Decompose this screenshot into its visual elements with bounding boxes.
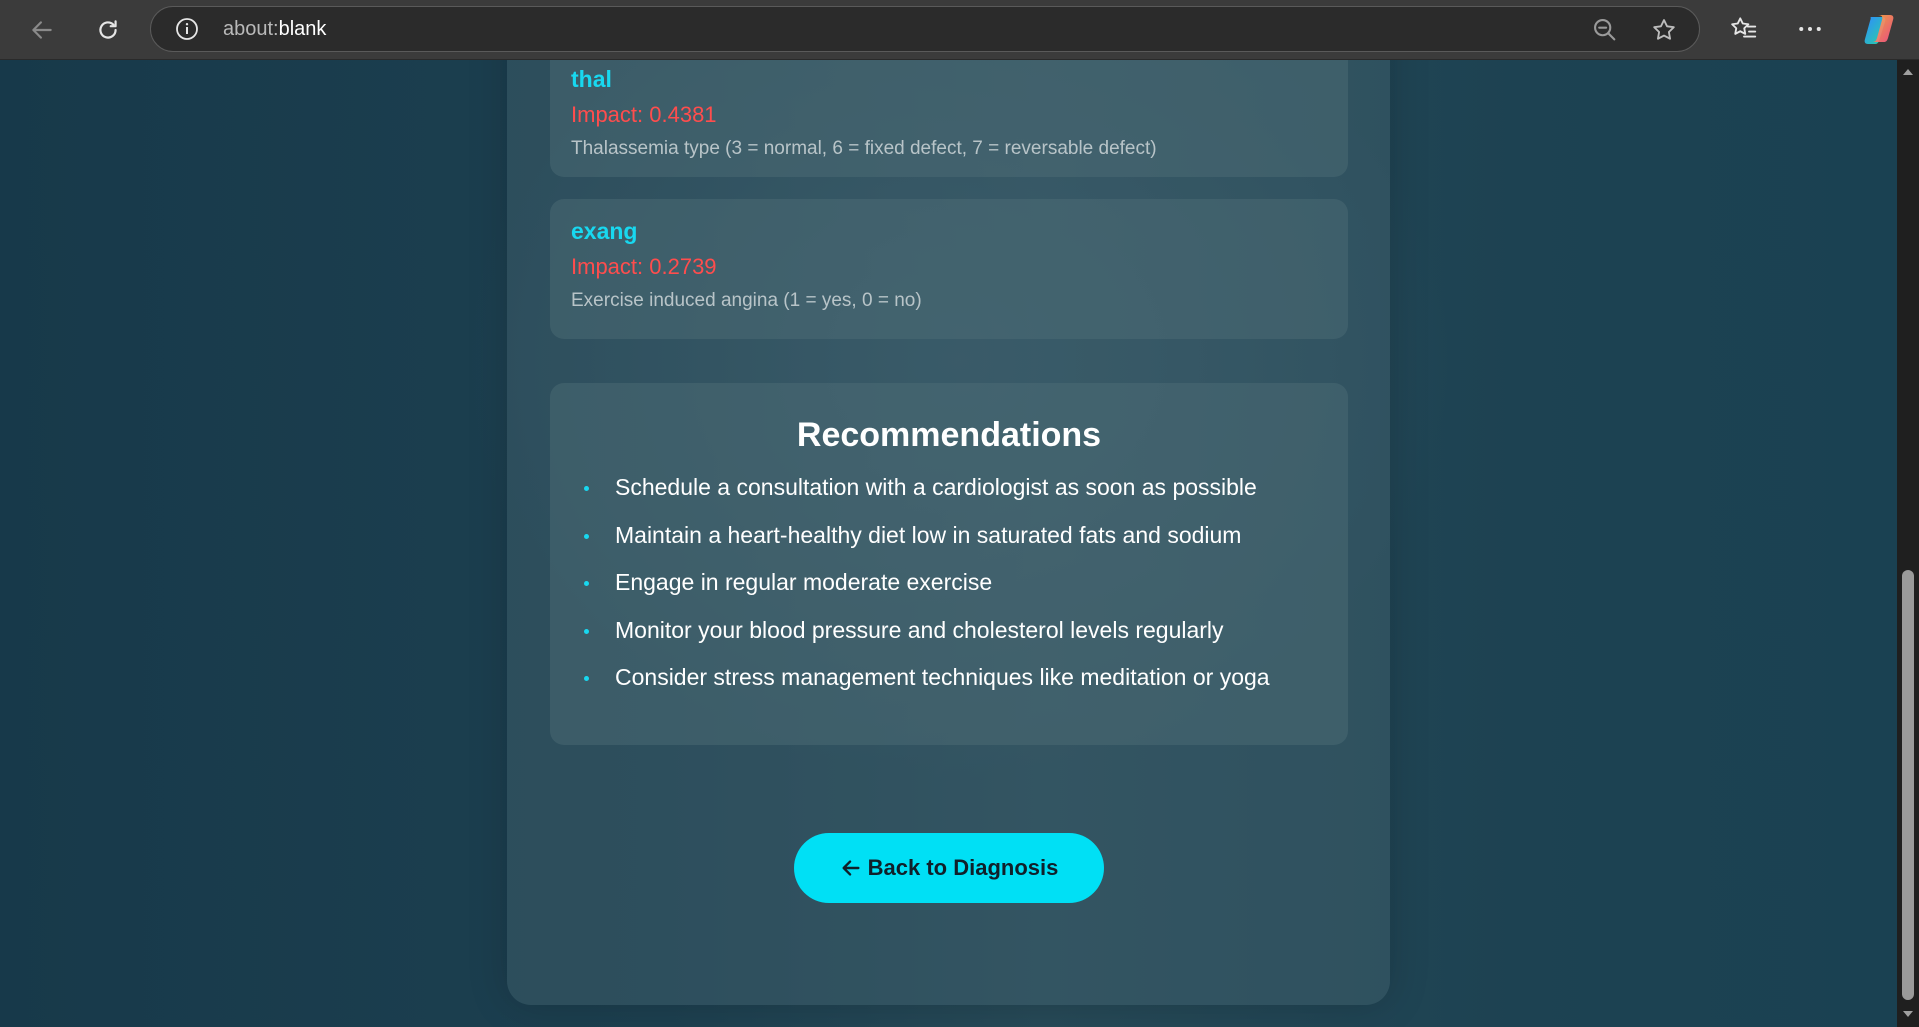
feature-impact: Impact: 0.2739 bbox=[571, 254, 717, 279]
left-arrow-icon bbox=[842, 860, 860, 876]
url-text[interactable]: about:blank bbox=[223, 18, 326, 41]
url-host: blank bbox=[278, 18, 327, 40]
refresh-icon[interactable] bbox=[88, 10, 128, 50]
list-item: Schedule a consultation with a cardiolog… bbox=[550, 471, 1348, 519]
feature-description: Exercise induced angina (1 = yes, 0 = no… bbox=[571, 290, 922, 311]
bullet-icon bbox=[584, 533, 589, 539]
feature-description: Thalassemia type (3 = normal, 6 = fixed … bbox=[571, 138, 1157, 159]
url-scheme: about: bbox=[223, 18, 279, 40]
recommendation-text: Maintain a heart-healthy diet low in sat… bbox=[615, 521, 1242, 548]
bullet-icon bbox=[584, 676, 589, 681]
recommendation-text: Schedule a consultation with a cardiolog… bbox=[615, 474, 1257, 500]
scroll-down-icon[interactable] bbox=[1902, 1008, 1914, 1020]
list-item: Maintain a heart-healthy diet low in sat… bbox=[550, 519, 1348, 567]
scrollbar-thumb[interactable] bbox=[1902, 570, 1914, 1000]
favorites-list-icon[interactable] bbox=[1729, 14, 1759, 44]
back-arrow-icon[interactable] bbox=[22, 10, 62, 50]
recommendations-card: Recommendations Schedule a consultation … bbox=[550, 383, 1348, 745]
bullet-icon bbox=[584, 486, 589, 491]
page-viewport: thal Impact: 0.4381 Thalassemia type (3 … bbox=[0, 60, 1897, 1027]
feature-impact: Impact: 0.4381 bbox=[571, 102, 717, 127]
recommendations-title: Recommendations bbox=[796, 416, 1102, 454]
feature-card-exang: exang Impact: 0.2739 Exercise induced an… bbox=[550, 199, 1348, 339]
vertical-scrollbar[interactable] bbox=[1897, 60, 1919, 1027]
recommendations-list: Schedule a consultation with a cardiolog… bbox=[550, 471, 1348, 709]
recommendation-text: Monitor your blood pressure and choleste… bbox=[615, 616, 1224, 643]
list-item: Consider stress management techniques li… bbox=[550, 661, 1348, 709]
copilot-icon[interactable] bbox=[1862, 11, 1898, 47]
bullet-icon bbox=[584, 628, 589, 634]
list-item: Engage in regular moderate exercise bbox=[550, 566, 1348, 614]
bullet-icon bbox=[584, 581, 589, 586]
info-icon[interactable] bbox=[175, 17, 199, 41]
back-button-label: Back to Diagnosis bbox=[867, 855, 1059, 880]
scroll-up-icon[interactable] bbox=[1902, 66, 1914, 78]
recommendation-text: Consider stress management techniques li… bbox=[615, 664, 1270, 690]
back-to-diagnosis-button[interactable]: Back to Diagnosis bbox=[794, 833, 1104, 903]
address-bar[interactable]: about:blank bbox=[150, 6, 1700, 52]
browser-toolbar: about:blank bbox=[0, 0, 1919, 60]
more-options-icon[interactable] bbox=[1795, 14, 1825, 44]
feature-card-thal: thal Impact: 0.4381 Thalassemia type (3 … bbox=[550, 60, 1348, 177]
feature-name: exang bbox=[571, 218, 638, 244]
favorite-star-icon[interactable] bbox=[1650, 16, 1678, 44]
recommendation-text: Engage in regular moderate exercise bbox=[615, 569, 993, 595]
list-item: Monitor your blood pressure and choleste… bbox=[550, 614, 1348, 662]
zoom-out-icon[interactable] bbox=[1591, 16, 1619, 44]
feature-name: thal bbox=[571, 66, 612, 92]
